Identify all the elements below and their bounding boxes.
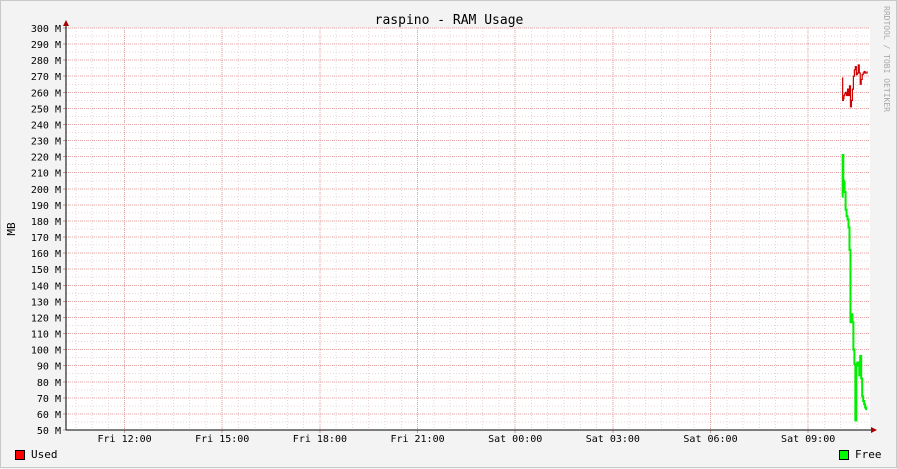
y-tick-label: 210 M bbox=[31, 169, 61, 180]
y-tick-label: 270 M bbox=[31, 72, 61, 83]
y-tick-label: 110 M bbox=[31, 330, 61, 341]
legend-swatch-free bbox=[839, 449, 849, 460]
y-tick-label: 190 M bbox=[31, 201, 61, 212]
y-tick-label: 160 M bbox=[31, 249, 61, 260]
y-tick-label: 250 M bbox=[31, 104, 61, 115]
x-tick-label: Fri 18:00 bbox=[293, 434, 347, 445]
y-axis-arrow-icon bbox=[63, 20, 69, 26]
legend-item-used: Used bbox=[15, 448, 58, 461]
y-tick-label: 80 M bbox=[37, 378, 61, 389]
x-tick-label: Sat 09:00 bbox=[781, 434, 835, 445]
x-axis-arrow-icon bbox=[871, 427, 877, 433]
y-tick-label: 290 M bbox=[31, 40, 61, 51]
y-tick-label: 280 M bbox=[31, 56, 61, 67]
y-tick-label: 60 M bbox=[37, 410, 61, 421]
y-tick-label: 260 M bbox=[31, 88, 61, 99]
y-tick-label: 120 M bbox=[31, 313, 61, 324]
y-tick-label: 150 M bbox=[31, 265, 61, 276]
y-tick-label: 170 M bbox=[31, 233, 61, 244]
x-tick-label: Sat 06:00 bbox=[683, 434, 737, 445]
x-tick-label: Fri 15:00 bbox=[195, 434, 249, 445]
y-tick-label: 140 M bbox=[31, 281, 61, 292]
rrdtool-watermark: RRDTOOL / TOBI OETIKER bbox=[882, 6, 891, 112]
legend-label-free: Free bbox=[855, 448, 882, 461]
x-tick-label: Sat 00:00 bbox=[488, 434, 542, 445]
y-tick-label: 180 M bbox=[31, 217, 61, 228]
y-tick-label: 70 M bbox=[37, 394, 61, 405]
chart-svg: 50 M 60 M 70 M 80 M 90 M 100 M 110 M 120 M 130 M… bbox=[5, 6, 891, 445]
y-tick-label: 300 M bbox=[31, 24, 61, 35]
x-tick-label: Fri 21:00 bbox=[390, 434, 444, 445]
y-tick-label: 240 M bbox=[31, 120, 61, 131]
y-tick-label: 230 M bbox=[31, 137, 61, 148]
chart-frame: 50 M 60 M 70 M 80 M 90 M 100 M 110 M 120 M 130 M… bbox=[0, 0, 897, 468]
legend-item-free: Free bbox=[839, 448, 882, 461]
y-tick-label: 90 M bbox=[37, 362, 61, 373]
chart-title: raspino - RAM Usage bbox=[375, 13, 524, 28]
y-tick-label: 100 M bbox=[31, 346, 61, 357]
y-tick-label: 50 M bbox=[37, 426, 61, 437]
legend-label-used: Used bbox=[31, 448, 58, 461]
x-tick-label: Fri 12:00 bbox=[97, 434, 151, 445]
y-tick-label: 200 M bbox=[31, 185, 61, 196]
y-tick-label: 130 M bbox=[31, 297, 61, 308]
legend-swatch-used bbox=[15, 449, 25, 460]
y-axis-label: MB bbox=[5, 222, 18, 236]
x-tick-label: Sat 03:00 bbox=[586, 434, 640, 445]
y-tick-label: 220 M bbox=[31, 153, 61, 164]
